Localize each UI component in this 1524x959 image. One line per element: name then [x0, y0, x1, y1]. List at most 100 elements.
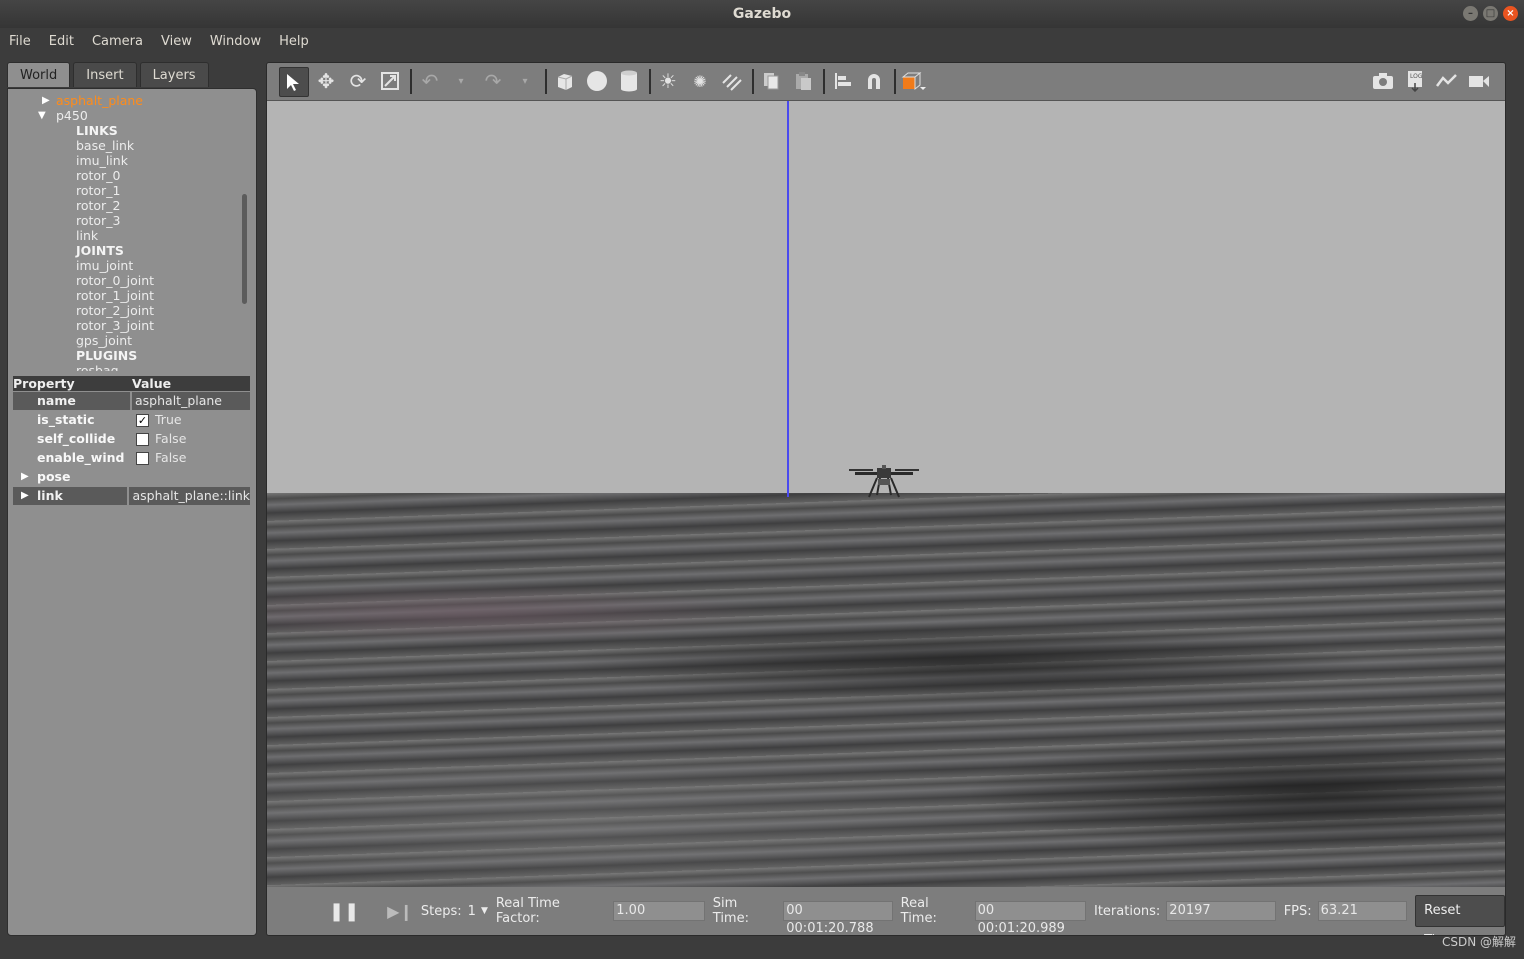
tab-layers[interactable]: Layers [139, 62, 209, 87]
minimize-button[interactable]: – [1463, 6, 1478, 21]
redo-dropdown-icon[interactable]: ▾ [511, 67, 539, 95]
rtf-label: Real Time Factor: [495, 896, 560, 926]
3d-viewport[interactable] [267, 101, 1505, 887]
property-row-name[interactable]: name asphalt_plane [13, 392, 250, 410]
name-value-field[interactable]: asphalt_plane [132, 392, 250, 410]
enable-wind-checkbox[interactable] [136, 451, 149, 465]
iterations-label: Iterations: [1094, 903, 1161, 919]
video-record-icon[interactable] [1465, 67, 1493, 95]
undo-icon[interactable]: ↶ [416, 67, 444, 95]
expand-arrow-icon[interactable]: ▶ [21, 487, 29, 505]
steps-label: Steps: [420, 903, 462, 919]
tree-item-link[interactable]: rotor_0 [8, 168, 246, 183]
p450-drone-model[interactable] [847, 465, 921, 505]
scale-mode-icon[interactable] [376, 67, 404, 95]
svg-text:LOG: LOG [1410, 73, 1423, 80]
self-collide-checkbox[interactable] [136, 432, 149, 446]
point-light-icon[interactable]: ☀ [654, 67, 682, 95]
menu-window[interactable]: Window [201, 34, 270, 49]
fps-label: FPS: [1283, 903, 1312, 919]
reset-time-button[interactable]: Reset Time [1415, 895, 1505, 935]
world-panel: ▶ asphalt_plane ▼ p450 LINKS base_link i… [7, 88, 257, 936]
tree-item-joint[interactable]: imu_joint [8, 258, 246, 273]
menu-edit[interactable]: Edit [40, 34, 83, 49]
step-icon[interactable]: ▶❙ [387, 902, 413, 921]
tree-item-link[interactable]: link [8, 228, 246, 243]
toolbar-separator [649, 69, 651, 94]
tab-world[interactable]: World [7, 62, 71, 87]
close-button[interactable]: × [1503, 6, 1518, 21]
tree-item-link[interactable]: base_link [8, 138, 246, 153]
expand-arrow-icon[interactable]: ▶ [21, 468, 29, 486]
property-row-is-static[interactable]: is_static ✓ True [13, 411, 250, 429]
property-row-pose[interactable]: ▶ pose [13, 468, 250, 486]
directional-light-icon[interactable] [718, 67, 746, 95]
tree-item-link[interactable]: rotor_2 [8, 198, 246, 213]
snap-magnet-icon[interactable] [860, 67, 888, 95]
menu-help[interactable]: Help [270, 34, 318, 49]
sphere-shape-icon[interactable] [583, 67, 611, 95]
left-panel: World Insert Layers ▶ asphalt_plane ▼ p4… [7, 62, 257, 936]
paste-icon[interactable] [789, 67, 817, 95]
tree-item-joint[interactable]: rotor_3_joint [8, 318, 246, 333]
menu-file[interactable]: File [0, 34, 40, 49]
cylinder-shape-icon[interactable] [615, 67, 643, 95]
toolbar-separator [410, 69, 412, 94]
asphalt-ground-plane[interactable] [267, 493, 1505, 887]
property-column-header: Property [13, 376, 75, 391]
undo-dropdown-icon[interactable]: ▾ [447, 67, 475, 95]
window-controls: – □ × [1463, 6, 1518, 21]
copy-icon[interactable] [757, 67, 785, 95]
tree-item-joint[interactable]: rotor_0_joint [8, 273, 246, 288]
maximize-button[interactable]: □ [1483, 6, 1498, 21]
real-time-field: 00 00:01:20.989 [974, 901, 1086, 935]
plot-icon[interactable] [1433, 67, 1461, 95]
log-data-icon[interactable]: LOG [1401, 67, 1429, 95]
tree-item-asphalt-plane[interactable]: ▶ asphalt_plane [8, 93, 246, 108]
tree-item-p450[interactable]: ▼ p450 [8, 108, 246, 123]
tree-item-joint[interactable]: rotor_2_joint [8, 303, 246, 318]
property-row-self-collide[interactable]: self_collide False [13, 430, 250, 448]
expand-arrow-icon[interactable]: ▶ [42, 93, 50, 108]
view-angle-icon[interactable] [900, 67, 928, 95]
steps-value[interactable]: 1 [468, 904, 476, 919]
collapse-arrow-icon[interactable]: ▼ [38, 108, 46, 123]
property-table: Property Value name asphalt_plane is_sta… [13, 376, 250, 505]
screenshot-camera-icon[interactable] [1369, 67, 1397, 95]
scene-view: ✥ ⟳ ↶ ▾ ↷ ▾ ☀ ✺ LOG ❚❚ ▶❙ Steps: 1 ▼ Rea… [266, 62, 1506, 936]
box-shape-icon[interactable] [551, 67, 579, 95]
toolbar-separator [894, 69, 896, 94]
menu-camera[interactable]: Camera [83, 34, 152, 49]
model-tree[interactable]: ▶ asphalt_plane ▼ p450 LINKS base_link i… [8, 93, 246, 371]
panel-tabs: World Insert Layers [7, 62, 257, 88]
is-static-checkbox[interactable]: ✓ [136, 413, 149, 427]
align-icon[interactable] [829, 67, 857, 95]
rotate-mode-icon[interactable]: ⟳ [344, 67, 372, 95]
tab-insert[interactable]: Insert [73, 62, 137, 87]
redo-icon[interactable]: ↷ [479, 67, 507, 95]
select-mode-icon[interactable] [279, 67, 309, 97]
sim-time-label: Sim Time: [712, 896, 749, 926]
pause-icon[interactable]: ❚❚ [329, 901, 359, 922]
sky-background [267, 101, 1505, 493]
menu-view[interactable]: View [152, 34, 201, 49]
toolbar-separator [545, 69, 547, 94]
tree-item-link[interactable]: rotor_1 [8, 183, 246, 198]
steps-dropdown-icon[interactable]: ▼ [481, 906, 488, 916]
property-header: Property Value [13, 376, 250, 391]
tree-header-links: LINKS [76, 123, 118, 138]
menu-bar: File Edit Camera View Window Help [0, 28, 1524, 54]
scene-toolbar: ✥ ⟳ ↶ ▾ ↷ ▾ ☀ ✺ LOG [267, 63, 1505, 101]
tree-item-plugin[interactable]: rosbag_... [8, 363, 246, 371]
tree-item-joint[interactable]: rotor_1_joint [8, 288, 246, 303]
tree-item-link[interactable]: rotor_3 [8, 213, 246, 228]
iterations-field: 20197 [1166, 901, 1276, 921]
translate-mode-icon[interactable]: ✥ [312, 67, 340, 95]
tree-scrollbar[interactable] [242, 194, 247, 304]
tree-item-joint[interactable]: gps_joint [8, 333, 246, 348]
property-row-link[interactable]: ▶ link asphalt_plane::link [13, 487, 250, 505]
tree-item-link[interactable]: imu_link [8, 153, 246, 168]
property-row-enable-wind[interactable]: enable_wind False [13, 449, 250, 467]
spot-light-icon[interactable]: ✺ [686, 67, 714, 95]
window-title: Gazebo [732, 6, 792, 22]
